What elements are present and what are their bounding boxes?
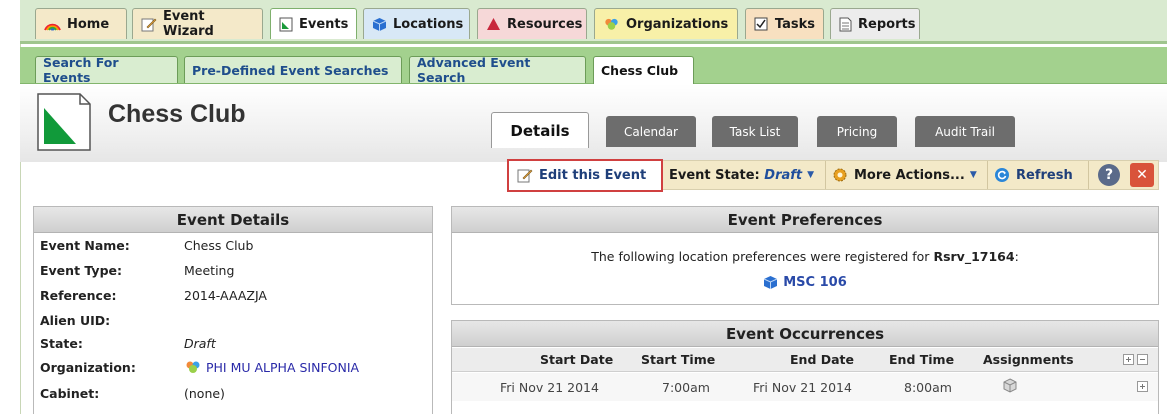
close-button[interactable]: ✕ [1130, 163, 1154, 187]
detail-value: Chess Club [184, 238, 254, 253]
refresh-icon [994, 167, 1010, 183]
detail-key: Cabinet: [40, 386, 100, 401]
panel-title: Event Occurrences [452, 321, 1158, 347]
report-icon [839, 17, 852, 32]
nav-tab-label: Event Wizard [163, 9, 214, 39]
event-state-dropdown[interactable]: Event State: Draft ▼ [663, 161, 826, 189]
detail-key: Organization: [40, 360, 136, 375]
nav-tab-label: Tasks [774, 16, 815, 32]
nav-tab-event-wizard[interactable]: Event Wizard [132, 8, 263, 39]
nav-tab-locations[interactable]: Locations [363, 8, 470, 39]
event-details-panel: Event Details Event Name: Chess Club Eve… [33, 206, 433, 414]
close-icon: ✕ [1136, 167, 1148, 183]
document-icon [279, 17, 293, 32]
nav-tab-label: Locations [393, 16, 464, 32]
tab-pricing[interactable]: Pricing [817, 116, 897, 147]
nav-tab-home[interactable]: Home [35, 8, 127, 39]
detail-key: Event Name: [40, 238, 130, 253]
edit-event-button[interactable]: Edit this Event [507, 159, 663, 192]
detail-key: Alien UID: [40, 313, 111, 328]
chevron-down-icon: ▼ [807, 170, 815, 180]
start-time: 7:00am [662, 380, 710, 395]
tab-audit-trail[interactable]: Audit Trail [915, 116, 1015, 147]
people-icon [186, 361, 200, 373]
detail-value: (none) [184, 386, 225, 401]
top-navigation: Home Event Wizard Events Locations Resou… [20, 0, 1167, 44]
nav-tab-organizations[interactable]: Organizations [594, 8, 738, 39]
end-time: 8:00am [904, 380, 952, 395]
sub-navigation: Search For Events Pre-Defined Event Sear… [20, 47, 1167, 85]
refresh-label: Refresh [1016, 167, 1073, 183]
more-actions-label: More Actions... [854, 167, 965, 183]
tab-details[interactable]: Details [491, 112, 589, 148]
column-header[interactable]: Start Date [540, 352, 613, 367]
expand-all-icon[interactable] [1123, 353, 1134, 368]
column-header[interactable]: Assignments [983, 352, 1074, 367]
organization-link[interactable]: PHI MU ALPHA SINFONIA [184, 360, 359, 375]
nav-tab-label: Reports [858, 16, 916, 32]
column-header[interactable]: Start Time [641, 352, 715, 367]
cube-icon [372, 17, 387, 32]
pencil-icon [517, 168, 533, 183]
rainbow-icon [44, 17, 61, 32]
occurrences-header: Start Date Start Time End Date End Time … [452, 348, 1158, 372]
location-link[interactable]: MSC 106 [452, 275, 1158, 290]
subtab-search-for-events[interactable]: Search For Events [35, 55, 178, 85]
event-preferences-panel: Event Preferences The following location… [451, 206, 1159, 305]
nav-tab-events[interactable]: Events [270, 8, 357, 39]
detail-value: Meeting [184, 263, 235, 278]
edit-event-label: Edit this Event [539, 168, 647, 183]
organization-name: PHI MU ALPHA SINFONIA [206, 360, 360, 375]
people-icon [603, 17, 620, 32]
checkbox-icon [754, 17, 769, 32]
event-state-label: Event State: [669, 167, 760, 183]
event-state-value: Draft [764, 167, 803, 183]
start-date: Fri Nov 21 2014 [500, 380, 599, 395]
nav-tab-label: Home [67, 16, 110, 32]
column-header[interactable]: End Date [790, 352, 854, 367]
detail-key: State: [40, 336, 83, 351]
assignment-cube-icon[interactable] [1003, 378, 1017, 396]
nav-tab-label: Organizations [626, 16, 729, 32]
tab-calendar[interactable]: Calendar [606, 116, 696, 147]
page-title: Chess Club [108, 100, 246, 128]
cube-icon [764, 276, 778, 289]
chevron-down-icon: ▼ [969, 170, 977, 180]
event-document-icon [36, 92, 92, 152]
help-icon: ? [1104, 167, 1114, 183]
tab-task-list[interactable]: Task List [712, 116, 798, 147]
collapse-all-icon[interactable] [1137, 353, 1148, 368]
triangle-icon [486, 17, 501, 32]
panel-title: Event Preferences [452, 207, 1158, 233]
subtab-advanced-search[interactable]: Advanced Event Search [409, 55, 586, 85]
more-actions-dropdown[interactable]: More Actions... ▼ [826, 161, 988, 189]
table-row[interactable]: Fri Nov 21 2014 7:00am Fri Nov 21 2014 8… [452, 373, 1158, 401]
subtab-chess-club[interactable]: Chess Club [593, 56, 694, 84]
detail-key: Reference: [40, 288, 117, 303]
detail-value: 2014-AAAZJA [184, 288, 267, 303]
nav-tab-label: Events [299, 16, 349, 32]
nav-tab-reports[interactable]: Reports [830, 8, 920, 39]
event-occurrences-panel: Event Occurrences Start Date Start Time … [451, 320, 1159, 414]
column-header[interactable]: End Time [889, 352, 954, 367]
location-name: MSC 106 [783, 275, 847, 290]
help-button[interactable]: ? [1098, 164, 1120, 186]
preferences-text: The following location preferences were … [452, 249, 1158, 264]
subtab-predefined-searches[interactable]: Pre-Defined Event Searches [184, 56, 402, 83]
expand-row-icon[interactable] [1137, 380, 1148, 395]
pencil-icon [141, 17, 157, 32]
detail-key: Event Type: [40, 263, 123, 278]
nav-tab-label: Resources [507, 16, 583, 32]
preferences-message: The following location preferences were … [591, 249, 930, 264]
nav-tab-tasks[interactable]: Tasks [745, 8, 824, 39]
nav-tab-resources[interactable]: Resources [477, 8, 587, 39]
reservation-id: Rsrv_17164 [933, 249, 1015, 264]
panel-title: Event Details [34, 207, 432, 233]
detail-value: Draft [184, 336, 216, 351]
reservation-suffix: : [1014, 249, 1019, 264]
end-date: Fri Nov 21 2014 [753, 380, 852, 395]
refresh-button[interactable]: Refresh [988, 161, 1089, 189]
gear-icon [832, 167, 848, 183]
